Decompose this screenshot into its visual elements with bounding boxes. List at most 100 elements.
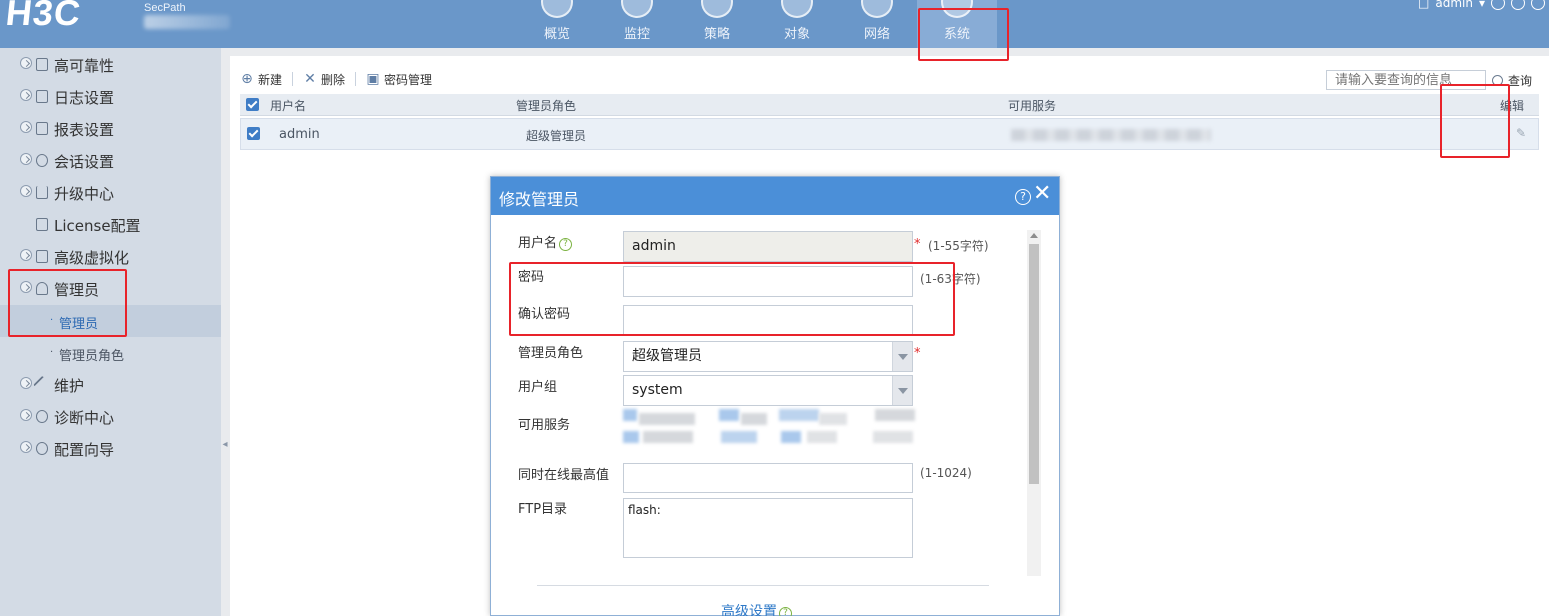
h3c-logo: H3C	[3, 0, 84, 33]
service-chip	[623, 409, 637, 421]
password-manage-button[interactable]: ▣ 密码管理	[366, 71, 432, 88]
password-field[interactable]	[623, 266, 913, 297]
sidebar-item-label: 日志设置	[54, 89, 115, 107]
service-chip	[781, 431, 801, 443]
toolbar-divider	[292, 72, 294, 86]
advanced-settings-link[interactable]: 高级设置?	[721, 601, 792, 616]
service-chip	[643, 431, 693, 443]
object-share-icon	[781, 0, 813, 18]
max-online-label: 同时在线最高值	[518, 468, 610, 483]
question-icon[interactable]: ?	[779, 607, 792, 616]
scrollbar-thumb[interactable]	[1029, 244, 1039, 484]
expand-icon[interactable]	[20, 409, 32, 421]
nav-system[interactable]: 系统	[917, 0, 997, 48]
sidebar-subitem-label: 管理员	[59, 317, 99, 332]
column-header-services[interactable]: 可用服务	[1008, 97, 1056, 114]
expand-icon[interactable]	[20, 281, 32, 293]
sidebar-item-session[interactable]: 会话设置	[0, 145, 221, 177]
services-checkboxes-redacted[interactable]	[623, 409, 915, 459]
bullet-dot: ·	[50, 315, 54, 326]
expand-icon[interactable]	[20, 57, 32, 69]
nav-label: 监控	[623, 27, 650, 42]
refresh-icon[interactable]	[1531, 0, 1545, 10]
user-toolbar: □ admin ▾	[1418, 0, 1549, 12]
select-all-checkbox[interactable]	[246, 98, 259, 111]
sidebar-item-diagnosis[interactable]: 诊断中心	[0, 401, 221, 433]
sidebar-item-label: 高级虚拟化	[54, 249, 130, 267]
nav-object[interactable]: 对象	[757, 0, 837, 48]
expand-icon[interactable]	[20, 121, 32, 133]
sidebar-item-label: 诊断中心	[54, 409, 115, 427]
expand-icon[interactable]	[20, 249, 32, 261]
dialog-body: 用户名? admin * (1-55字符) 密码 (1-63字符) 确认密码 管…	[491, 215, 1059, 616]
clock-icon	[36, 410, 48, 423]
service-chip	[639, 413, 695, 425]
license-icon	[36, 218, 48, 231]
sidebar-subitem-admin-role[interactable]: · 管理员角色	[0, 337, 221, 369]
column-header-edit: 编辑	[1500, 99, 1525, 113]
search-icon[interactable]	[1491, 0, 1505, 10]
sidebar-item-ha[interactable]: 高可靠性	[0, 49, 221, 81]
sidebar-item-wizard[interactable]: 配置向导	[0, 433, 221, 465]
nav-monitor[interactable]: 监控	[597, 0, 677, 48]
nav-network[interactable]: 网络	[837, 0, 917, 48]
sidebar-collapse-handle[interactable]: ◂	[221, 425, 229, 465]
question-icon[interactable]: ?	[559, 238, 573, 251]
ftp-dir-field[interactable]: flash:	[623, 498, 913, 558]
nav-overview[interactable]: 概览	[517, 0, 597, 48]
virtualization-icon	[36, 250, 48, 263]
column-header-username[interactable]: 用户名	[270, 97, 306, 114]
sidebar-item-label: 会话设置	[54, 153, 115, 171]
nav-label: 对象	[783, 27, 810, 42]
search-button[interactable]: 查询	[1492, 72, 1532, 89]
sidebar-item-maintenance[interactable]: 维护	[0, 369, 221, 401]
sidebar-item-upgrade[interactable]: 升级中心	[0, 177, 221, 209]
nav-label: 策略	[703, 27, 730, 42]
user-menu[interactable]: admin	[1435, 0, 1473, 10]
role-select[interactable]: 超级管理员	[623, 341, 913, 372]
scroll-up-arrow-icon[interactable]	[1030, 233, 1038, 238]
chevron-down-icon[interactable]	[892, 376, 912, 405]
expand-icon[interactable]	[20, 441, 32, 453]
pencil-edit-icon[interactable]: ✎	[1516, 127, 1528, 139]
max-online-field[interactable]	[623, 463, 913, 493]
username-field: admin	[623, 231, 913, 262]
row-checkbox[interactable]	[247, 127, 260, 140]
help-icon[interactable]	[1511, 0, 1525, 10]
confirm-password-field[interactable]	[623, 305, 913, 336]
table-row[interactable]: admin 超级管理员 ✎	[240, 118, 1539, 150]
group-select[interactable]: system	[623, 375, 913, 406]
sidebar-item-report[interactable]: 报表设置	[0, 113, 221, 145]
expand-icon[interactable]	[20, 153, 32, 165]
log-icon	[36, 90, 48, 103]
sidebar-item-virtualization[interactable]: 高级虚拟化	[0, 241, 221, 273]
group-select-value: system	[632, 382, 683, 398]
top-header: H3C SecPath 概览 监控 策略 对象 网络 系统 □ admin ▾	[0, 0, 1549, 48]
group-label: 用户组	[518, 380, 558, 395]
required-asterisk: *	[914, 346, 921, 361]
nav-policy[interactable]: 策略	[677, 0, 757, 48]
search-input[interactable]	[1326, 70, 1486, 90]
service-chip	[741, 413, 767, 425]
dialog-header: 修改管理员 ? ✕	[491, 177, 1059, 215]
sidebar-item-admin[interactable]: 管理员	[0, 273, 221, 305]
sidebar-item-license[interactable]: License配置	[0, 209, 221, 241]
close-icon[interactable]: ✕	[1033, 183, 1051, 205]
dialog-scrollbar[interactable]	[1027, 230, 1041, 576]
column-header-role[interactable]: 管理员角色	[516, 97, 576, 114]
chevron-down-icon[interactable]	[892, 342, 912, 371]
password-manage-label: 密码管理	[384, 72, 433, 87]
sidebar-item-log[interactable]: 日志设置	[0, 81, 221, 113]
delete-button[interactable]: ✕ 删除	[303, 71, 345, 88]
expand-icon[interactable]	[20, 89, 32, 101]
new-button-label: 新建	[258, 72, 283, 87]
new-button[interactable]: ⊕ 新建	[240, 71, 282, 88]
ftp-dir-label: FTP目录	[518, 502, 568, 517]
services-label: 可用服务	[518, 418, 571, 433]
expand-icon[interactable]	[20, 377, 32, 389]
help-icon[interactable]: ?	[1015, 189, 1031, 205]
cell-role: 超级管理员	[526, 129, 587, 143]
sidebar-subitem-admin[interactable]: · 管理员	[0, 305, 221, 337]
chevron-down-icon[interactable]: ▾	[1479, 0, 1485, 10]
expand-icon[interactable]	[20, 185, 32, 197]
